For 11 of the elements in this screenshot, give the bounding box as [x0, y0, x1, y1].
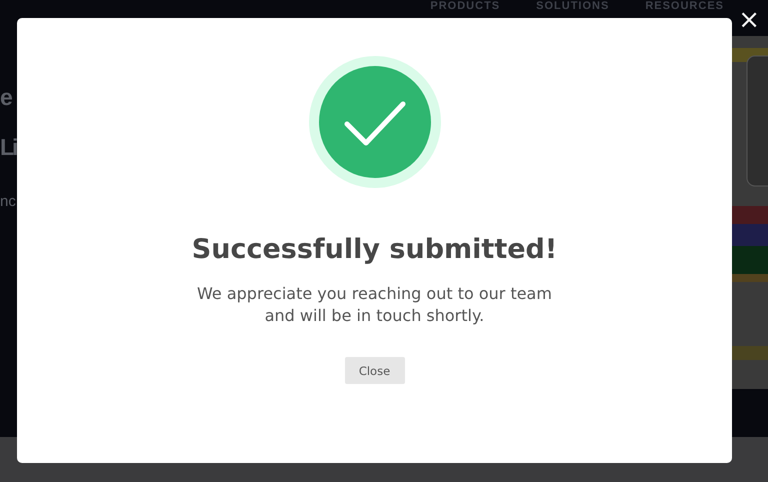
- dialog-title: Successfully submitted!: [192, 234, 558, 265]
- checkmark-icon: [308, 56, 440, 188]
- hero-text: nc: [0, 192, 16, 212]
- close-button[interactable]: Close: [344, 357, 404, 384]
- nav-link[interactable]: RESOURCES: [645, 0, 724, 12]
- hero-text: Li: [0, 133, 16, 162]
- close-icon[interactable]: ×: [738, 10, 760, 30]
- nav-link[interactable]: PRODUCTS: [430, 0, 500, 12]
- hero-text: e: [0, 83, 12, 112]
- dialog-message: We appreciate you reaching out to our team and will be in touch shortly.: [197, 283, 552, 327]
- nav-link[interactable]: SOLUTIONS: [536, 0, 610, 12]
